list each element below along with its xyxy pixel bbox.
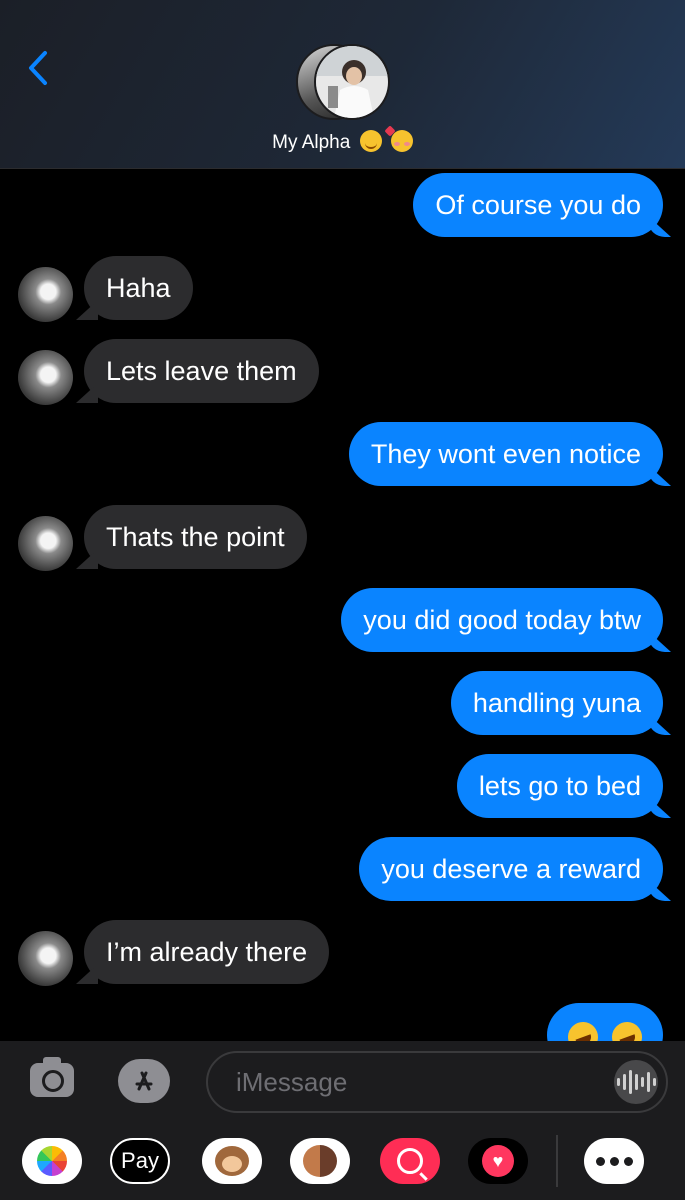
message-row	[0, 1003, 685, 1041]
back-button[interactable]	[20, 48, 56, 88]
chevron-left-icon	[29, 51, 47, 85]
outgoing-message-bubble[interactable]: Of course you do	[413, 173, 663, 237]
contact-name[interactable]: My Alpha	[0, 130, 685, 154]
monkey-face	[215, 1146, 249, 1176]
message-text: you did good today btw	[363, 605, 641, 635]
message-row: Thats the point	[0, 505, 685, 571]
outgoing-message-bubble[interactable]: you did good today btw	[341, 588, 663, 652]
heart-glyph: ♥	[482, 1145, 514, 1177]
app-drawer: Pay ♥	[0, 1123, 685, 1200]
avatar-primary	[314, 44, 390, 120]
contact-avatar[interactable]	[296, 44, 392, 120]
sender-avatar	[18, 516, 73, 571]
message-row: you did good today btw	[0, 588, 685, 654]
incoming-message-bubble[interactable]: Haha	[84, 256, 193, 320]
message-row: lets go to bed	[0, 754, 685, 820]
message-text: you deserve a reward	[381, 854, 641, 884]
outgoing-message-bubble[interactable]	[547, 1003, 663, 1041]
message-row: handling yuna	[0, 671, 685, 737]
outgoing-message-bubble[interactable]: you deserve a reward	[359, 837, 663, 901]
audio-waveform-icon[interactable]	[614, 1060, 658, 1104]
apple-pay-label: Pay	[121, 1148, 159, 1173]
message-input-placeholder: iMessage	[236, 1067, 348, 1097]
message-row: Haha	[0, 256, 685, 322]
animoji-icon[interactable]	[202, 1138, 262, 1184]
message-row: I’m already there	[0, 920, 685, 986]
message-text: Lets leave them	[106, 356, 297, 386]
apple-pay-icon[interactable]: Pay	[110, 1138, 170, 1184]
sender-avatar	[18, 350, 73, 405]
magnifier-glyph	[397, 1148, 423, 1174]
message-text: Of course you do	[435, 190, 641, 220]
message-text: lets go to bed	[478, 771, 641, 801]
app-store-glyph	[135, 1071, 153, 1091]
message-row: Lets leave them	[0, 339, 685, 405]
message-text: They wont even notice	[370, 439, 641, 469]
incoming-message-bubble[interactable]: Thats the point	[84, 505, 307, 569]
message-row: Of course you do	[0, 173, 685, 239]
message-input[interactable]: iMessage	[206, 1051, 668, 1113]
digital-touch-icon[interactable]: ♥	[468, 1138, 528, 1184]
contact-name-text: My Alpha	[272, 132, 351, 153]
photos-flower	[37, 1146, 67, 1176]
conversation-header: My Alpha	[0, 0, 685, 169]
message-text: I’m already there	[106, 937, 308, 967]
sender-avatar	[18, 931, 73, 986]
sender-avatar	[18, 267, 73, 322]
memoji-icon[interactable]	[290, 1138, 350, 1184]
memoji-faces	[303, 1145, 337, 1177]
rolling-on-floor-laughing-icon	[564, 1017, 603, 1041]
message-text: Thats the point	[106, 522, 285, 552]
app-store-icon[interactable]	[118, 1059, 170, 1103]
outgoing-message-bubble[interactable]: They wont even notice	[348, 422, 663, 486]
incoming-message-bubble[interactable]: Lets leave them	[84, 339, 319, 403]
image-search-icon[interactable]	[380, 1138, 440, 1184]
photos-icon[interactable]	[22, 1138, 82, 1184]
message-row: you deserve a reward	[0, 837, 685, 903]
message-row: They wont even notice	[0, 422, 685, 488]
relieved-face-icon	[359, 130, 382, 152]
message-thread[interactable]: Of course you do Haha Lets leave them Th…	[0, 169, 685, 1041]
incoming-message-bubble[interactable]: I’m already there	[84, 920, 330, 984]
outgoing-message-bubble[interactable]: handling yuna	[450, 671, 663, 735]
smiling-face-with-hearts-icon	[390, 130, 413, 152]
composer-bar: iMessage	[0, 1041, 685, 1123]
outgoing-message-bubble[interactable]: lets go to bed	[456, 754, 663, 818]
rolling-on-floor-laughing-icon	[607, 1017, 647, 1041]
camera-icon[interactable]	[30, 1057, 74, 1097]
message-text: Haha	[106, 273, 171, 303]
more-icon[interactable]	[584, 1138, 644, 1184]
message-text: handling yuna	[472, 688, 641, 718]
drawer-divider	[556, 1135, 558, 1187]
